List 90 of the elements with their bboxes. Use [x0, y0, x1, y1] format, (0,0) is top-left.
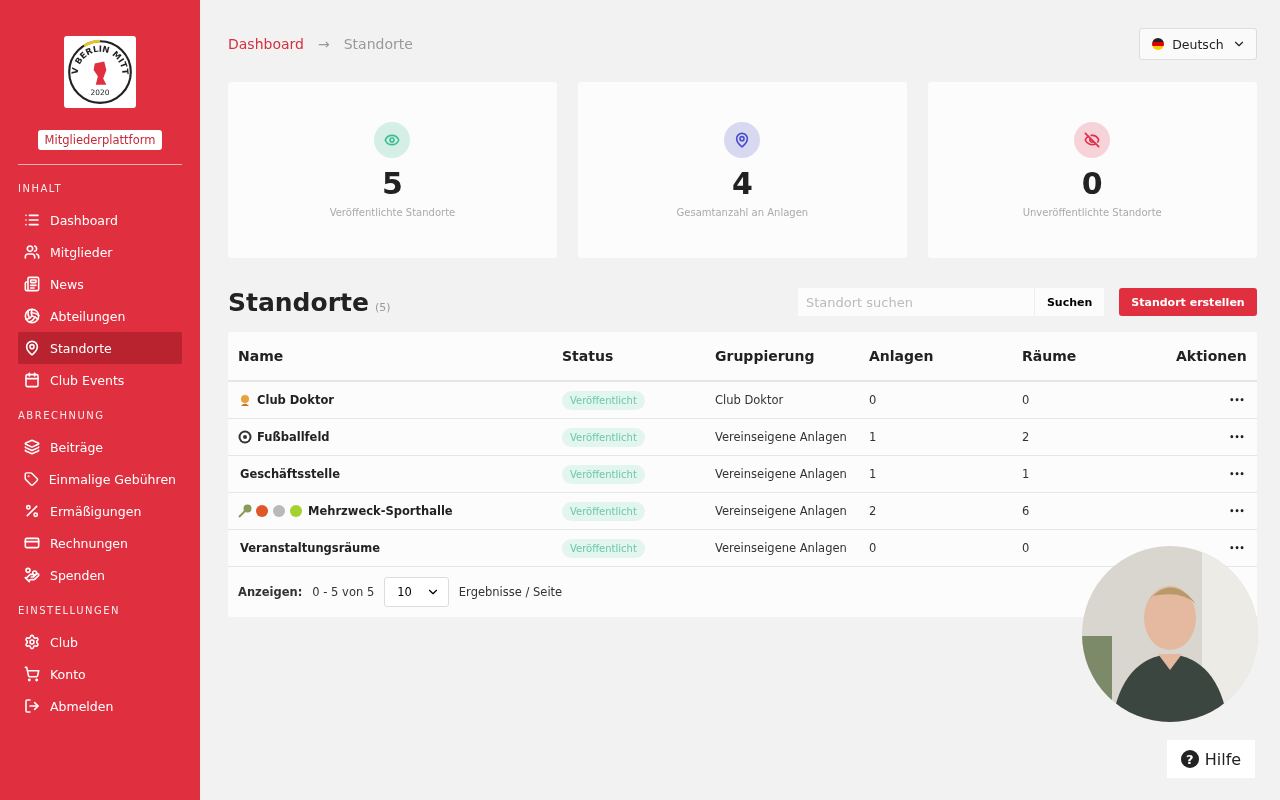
language-select[interactable]: Deutsch [1139, 28, 1257, 60]
location-name: Fußballfeld [257, 430, 330, 444]
section-heading: ABRECHNUNG [18, 410, 106, 421]
stat-value: 4 [731, 166, 753, 201]
nav-item[interactable]: Standorte [18, 332, 182, 364]
nav-item[interactable]: Rechnungen [18, 527, 182, 559]
pin-icon [24, 340, 40, 356]
column-header: Aktionen [1176, 348, 1247, 364]
section-heading: INHALT [18, 183, 64, 194]
platform-label: Mitgliederplattform [37, 130, 163, 150]
create-button[interactable]: Standort erstellen [1119, 288, 1257, 316]
table-cell-text: 0 [1022, 393, 1031, 407]
page-title: Standorte [228, 287, 369, 317]
donate-icon [24, 567, 40, 583]
table-cell-text: 2 [1022, 430, 1031, 444]
table-cell-text: 0 [1022, 541, 1031, 555]
page-size-select[interactable]: 10 [384, 577, 449, 607]
status-badge: Veröffentlicht [562, 538, 645, 558]
nav-item[interactable]: Spenden [18, 559, 182, 591]
stat-value: 5 [382, 166, 403, 201]
table-cell-text: 1 [869, 430, 878, 444]
calendar-icon [24, 372, 40, 388]
settings-icon [24, 634, 40, 650]
column-header: Räume [1022, 348, 1078, 364]
column-header: Anlagen [869, 348, 935, 364]
nav-item[interactable]: Einmalige Gebühren [18, 463, 182, 495]
nav-item[interactable]: Dashboard [18, 204, 182, 236]
stat-label: Gesamtanzahl an Anlagen [676, 207, 809, 218]
nav-item[interactable]: Ermäßigungen [18, 495, 182, 527]
column-header: Gruppierung [715, 348, 816, 364]
table-cell-text: Vereinseigene Anlagen [715, 430, 848, 444]
table-cell-text: Vereinseigene Anlagen [715, 504, 848, 518]
more-button[interactable]: ••• [1227, 543, 1247, 553]
percent-icon [24, 503, 40, 519]
status-badge: Veröffentlicht [562, 464, 645, 484]
nav-item[interactable]: Club Events [18, 364, 182, 396]
more-button[interactable]: ••• [1227, 432, 1247, 442]
stat-label: Veröffentlichte Standorte [329, 207, 456, 218]
status-badge: Veröffentlicht [562, 390, 645, 410]
location-name: Veranstaltungsräume [240, 541, 381, 555]
help-button[interactable]: ? Hilfe [1167, 740, 1255, 778]
section-heading: EINSTELLUNGEN [18, 605, 121, 616]
table-cell-text: 2 [869, 504, 878, 518]
nav-item[interactable]: News [18, 268, 182, 300]
column-header: Status [562, 348, 615, 364]
card-icon [24, 535, 40, 551]
stat-value: 0 [1081, 166, 1103, 201]
status-badge: Veröffentlicht [562, 501, 645, 521]
page-size-label: Ergebnisse / Seite [458, 585, 563, 599]
tag-icon [24, 471, 39, 487]
list-icon [24, 212, 40, 228]
pagination-range: 0 - 5 von 5 [312, 585, 375, 599]
newspaper-icon [24, 276, 40, 292]
table-cell-text: 0 [869, 541, 878, 555]
search-button[interactable]: Suchen [1033, 288, 1105, 316]
ball-icon [24, 308, 40, 324]
location-name: Mehrzweck-Sporthalle [308, 504, 453, 518]
nav-item[interactable]: Abteilungen [18, 300, 182, 332]
pagination-label: Anzeigen: [238, 585, 303, 599]
flag-icon [1152, 38, 1165, 50]
nav-item[interactable]: Club [18, 626, 182, 658]
breadcrumb-separator: → [317, 36, 330, 52]
breadcrumb-link[interactable]: Dashboard [228, 36, 304, 52]
layers-icon [24, 439, 40, 455]
count-label: (5) [374, 300, 391, 314]
nav-item[interactable]: Beiträge [18, 431, 182, 463]
location-name: Geschäftsstelle [240, 467, 341, 481]
location-name: Club Doktor [257, 393, 334, 407]
table-cell-text: 1 [869, 467, 878, 481]
status-badge: Veröffentlicht [562, 427, 645, 447]
more-button[interactable]: ••• [1227, 395, 1247, 405]
table-cell-text: 1 [1022, 467, 1031, 481]
table-cell-text: 6 [1022, 504, 1031, 518]
cart-icon [24, 666, 40, 682]
table-cell-text: Vereinseigene Anlagen [715, 541, 848, 555]
nav-item[interactable]: Abmelden [18, 690, 182, 722]
nav-item[interactable]: Konto [18, 658, 182, 690]
table-cell-text: 0 [869, 393, 878, 407]
stat-label: Unveröffentlichte Standorte [1022, 207, 1162, 218]
search-field[interactable]: Standort suchen [797, 288, 1034, 316]
more-button[interactable]: ••• [1227, 506, 1247, 516]
logout-icon [24, 698, 40, 714]
breadcrumb-link[interactable]: Standorte [343, 36, 413, 52]
nav-item[interactable]: Mitglieder [18, 236, 182, 268]
table-cell-text: Club Doktor [715, 393, 785, 407]
more-button[interactable]: ••• [1227, 469, 1247, 479]
column-header: Name [238, 348, 285, 364]
table-cell-text: Vereinseigene Anlagen [715, 467, 848, 481]
help-icon: ? [1180, 750, 1199, 768]
users-icon [24, 244, 40, 260]
